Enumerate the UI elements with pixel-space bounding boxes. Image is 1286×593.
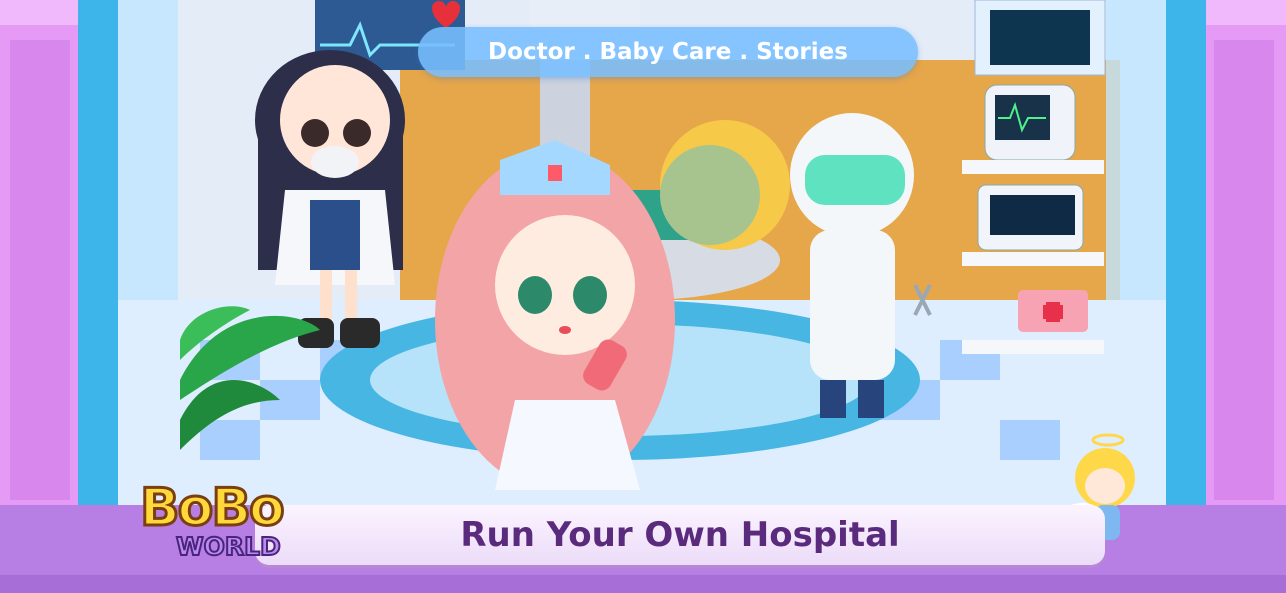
patient-character [660,120,790,250]
logo-bobo: BoBo [139,477,287,540]
bobo-world-logo: BoBo WORLD [139,477,310,570]
tagline-banner: Doctor . Baby Care . Stories [418,27,918,77]
game-screenshot: Doctor . Baby Care . Stories Run Your Ow… [0,0,1286,593]
logo-world: WORLD [175,531,282,562]
tagline-text: Doctor . Baby Care . Stories [488,39,848,65]
title-text: Run Your Own Hospital [460,515,900,555]
first-aid-kit-icon [1018,290,1088,332]
title-banner: Run Your Own Hospital [255,505,1105,565]
